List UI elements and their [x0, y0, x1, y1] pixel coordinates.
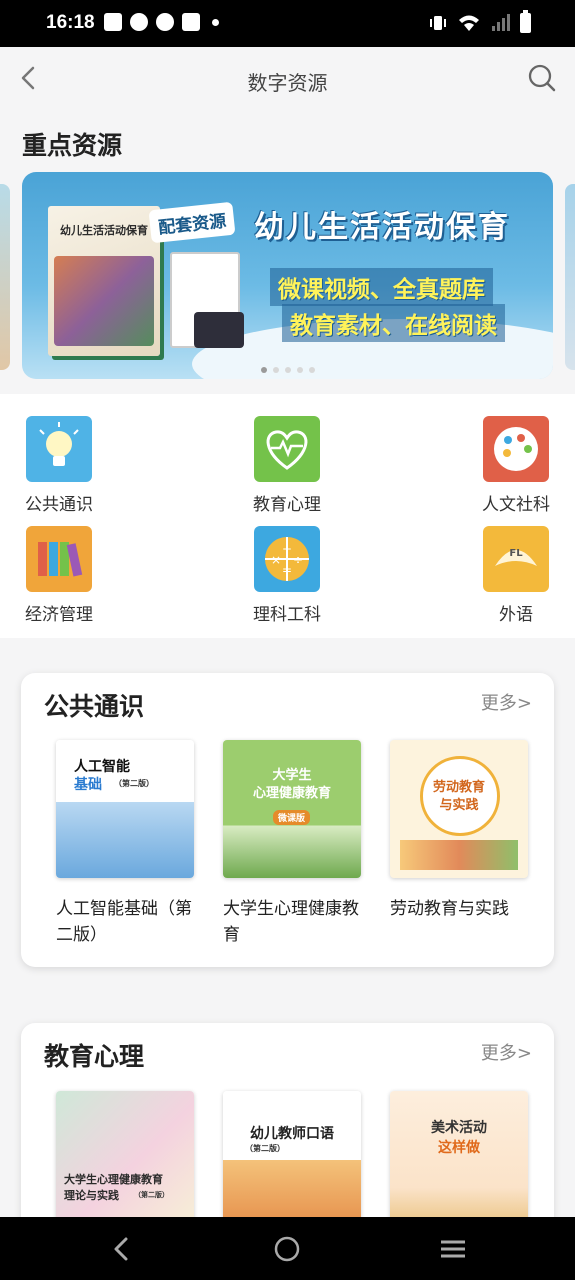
status-time: 16:18: [46, 12, 95, 33]
banner-book-title: 幼儿生活活动保育: [60, 224, 148, 237]
category-item[interactable]: FL 外语: [466, 526, 566, 625]
book-card[interactable]: 幼儿教师口语 （第二版）: [223, 1091, 363, 1229]
category-item[interactable]: 人文社科: [466, 416, 566, 515]
svg-text:×: ×: [271, 553, 281, 567]
banner-tag: 配套资源: [148, 201, 236, 244]
banner-headline: 幼儿生活活动保育: [254, 210, 510, 245]
featured-banner[interactable]: 幼儿生活活动保育 配套资源 幼儿生活活动保育 微课视频、全真题库 教育素材、在线…: [22, 172, 553, 379]
cover-title: 劳动教育: [432, 780, 485, 795]
section-title: 公共通识: [44, 692, 145, 721]
book-cover: 大学生 心理健康教育 微课版: [223, 740, 361, 878]
books-icon: [26, 526, 92, 592]
more-link[interactable]: 更多>: [481, 689, 532, 715]
nav-back-icon[interactable]: [107, 1234, 137, 1264]
category-grid: 公共通识 教育心理 人文社科 经济管理 + × ÷ = 理科工科 FL 外语: [0, 394, 575, 638]
book-card[interactable]: 劳动教育 与实践 劳动教育与实践: [390, 740, 530, 922]
lightbulb-icon: [26, 416, 92, 482]
book-title: 劳动教育与实践: [390, 899, 509, 919]
book-card[interactable]: 大学生 心理健康教育 微课版 大学生心理健康教育: [223, 740, 363, 948]
featured-heading: 重点资源: [22, 131, 123, 160]
category-item[interactable]: + × ÷ = 理科工科: [237, 526, 337, 625]
category-label: 经济管理: [25, 605, 93, 625]
more-link[interactable]: 更多>: [481, 1039, 532, 1065]
book-card[interactable]: 人工智能 基础 （第二版） 人工智能基础（第二版）: [56, 740, 196, 948]
cover-subtitle: 与实践: [439, 798, 479, 813]
cover-title: 人工智能: [74, 759, 130, 775]
book-cover: 美术活动 这样做: [390, 1091, 528, 1229]
category-item[interactable]: 教育心理: [237, 416, 337, 515]
signal-icon: [492, 14, 510, 31]
status-bar: 16:18: [0, 0, 575, 47]
book-cover: 人工智能 基础 （第二版）: [56, 740, 194, 878]
more-notifications-icon: [212, 18, 219, 26]
battery-icon: [520, 10, 531, 33]
banner-device-illustration: [194, 312, 244, 348]
category-label: 外语: [499, 605, 533, 625]
carousel-dot: [284, 367, 291, 373]
cover-subtitle: 理论与实践: [64, 1189, 119, 1202]
notification-icons: [104, 13, 219, 31]
cover-title: 幼儿教师口语: [250, 1126, 334, 1142]
book-cover: 大学生心理健康教育 理论与实践 （第二版）: [56, 1091, 194, 1229]
cover-subtitle: 基础: [74, 777, 102, 793]
category-label: 人文社科: [482, 495, 550, 515]
book-cover: 幼儿教师口语 （第二版）: [223, 1091, 361, 1229]
nav-home-icon[interactable]: [272, 1234, 302, 1264]
system-nav-bar: [0, 1217, 575, 1280]
app-notification-icon: [130, 13, 148, 31]
banner-line-1: 微课视频、全真题库: [270, 268, 493, 306]
section-general-knowledge: 公共通识 更多> 人工智能 基础 （第二版） 人工智能基础（第二版） 大学生 心…: [21, 673, 554, 967]
svg-text:+: +: [282, 542, 292, 556]
cover-subtitle: 心理健康教育: [252, 786, 331, 801]
banner-book-illustration: [54, 256, 154, 346]
section-title: 教育心理: [44, 1042, 145, 1071]
wifi-icon: [459, 15, 479, 31]
foreign-language-icon: FL: [483, 526, 549, 592]
cover-edition: （第二版）: [134, 1191, 169, 1199]
cover-title: 美术活动: [431, 1120, 487, 1136]
book-card[interactable]: 美术活动 这样做: [390, 1091, 530, 1229]
cover-edition: （第二版）: [245, 1144, 285, 1153]
book-title: 人工智能基础（第二版）: [56, 899, 192, 945]
cover-illustration: [400, 840, 518, 870]
category-label: 公共通识: [25, 495, 93, 515]
carousel-dot: [272, 367, 279, 373]
carousel-indicator: [22, 367, 553, 373]
book-title: 大学生心理健康教育: [223, 899, 359, 945]
app-bar: 数字资源: [0, 47, 575, 112]
search-icon[interactable]: [527, 63, 557, 93]
category-item[interactable]: 公共通识: [9, 416, 109, 515]
banner-book-cover: 幼儿生活活动保育: [48, 206, 160, 356]
category-label: 教育心理: [253, 495, 321, 515]
cover-edition: （第二版）: [114, 779, 154, 788]
featured-resources: 重点资源 幼儿生活活动保育 配套资源 幼儿生活活动保育 微课视频、全真题库 教育…: [0, 112, 575, 394]
heart-pulse-icon: [254, 416, 320, 482]
carousel-dot: [308, 367, 315, 373]
carousel-prev-peek[interactable]: [0, 184, 10, 370]
svg-text:FL: FL: [509, 548, 523, 559]
book-cover: 劳动教育 与实践: [390, 740, 528, 878]
palette-icon: [483, 416, 549, 482]
app-notification-icon: [156, 13, 174, 31]
mail-notification-icon: [182, 13, 200, 31]
nav-recents-icon[interactable]: [438, 1234, 468, 1264]
page-title: 数字资源: [247, 71, 328, 95]
carousel-next-peek[interactable]: [565, 184, 575, 370]
svg-text:=: =: [282, 563, 292, 577]
carousel-dot: [260, 367, 267, 373]
banner-line-2: 教育素材、在线阅读: [282, 304, 505, 342]
math-operators-icon: + × ÷ =: [254, 526, 320, 592]
carousel-dot: [296, 367, 303, 373]
book-card[interactable]: 大学生心理健康教育 理论与实践 （第二版）: [56, 1091, 196, 1229]
system-icons: [428, 10, 531, 33]
cover-badge: 微课版: [273, 810, 311, 825]
svg-text:÷: ÷: [293, 553, 303, 567]
vibrate-icon: [430, 16, 446, 30]
cover-title: 大学生: [272, 768, 312, 783]
mail-notification-icon: [104, 13, 122, 31]
cover-subtitle: 这样做: [438, 1140, 480, 1156]
category-label: 理科工科: [253, 605, 321, 625]
category-item[interactable]: 经济管理: [9, 526, 109, 625]
cover-title: 大学生心理健康教育: [64, 1173, 163, 1186]
